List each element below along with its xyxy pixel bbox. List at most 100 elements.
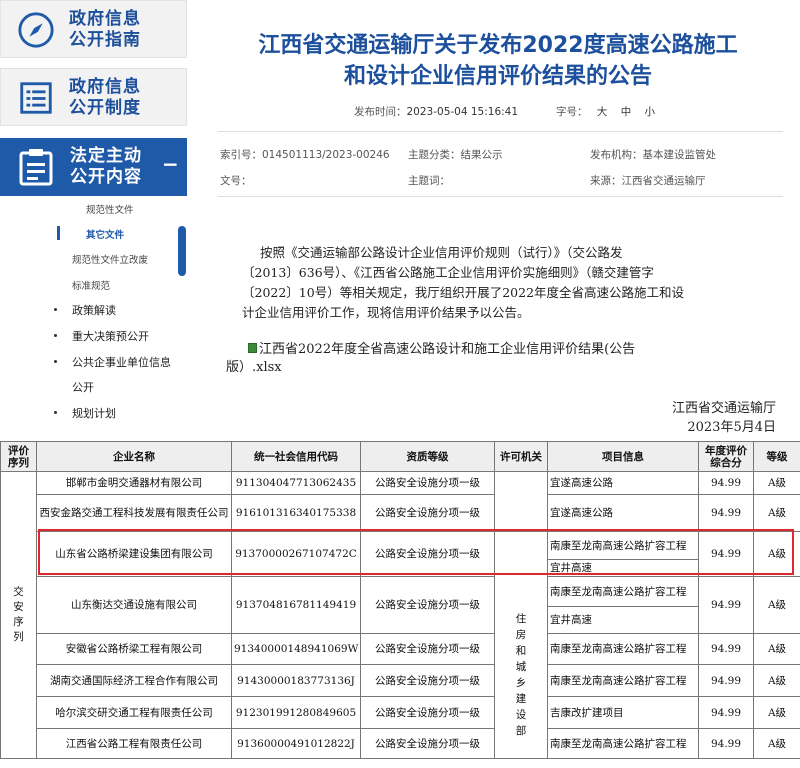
font-large-button[interactable]: 大 [597,106,608,118]
score: 94.99 [698,728,754,759]
sidebar-item-other-docs[interactable]: 其它文件 [86,227,124,241]
table-row: 江西省公路工程有限责任公司 91360000491012822J 公路安全设施分… [1,728,800,759]
sidebar-item-public-enterprise[interactable]: 公共企事业单位信息 [72,354,171,370]
series-cell: 交安 序列 [0,471,37,759]
company-name: 山东衡达交通设施有限公司 [36,576,232,634]
grade: A级 [753,664,800,697]
sidebar-item-public-enterprise-cont[interactable]: 公开 [72,379,94,395]
score: 94.99 [698,494,754,532]
project-info: 南康至龙南高速公路扩容工程 [547,664,699,697]
header-series: 评价 序列 [0,441,37,472]
grade: A级 [753,471,800,495]
credit-rating-table: 评价 序列 企业名称 统一社会信用代码 资质等级 许可机关 项目信息 年度评价 综合… [0,441,800,759]
table-row: 安徽省公路桥梁工程有限公司 91340000148941069W 公路安全设施分… [1,633,800,665]
qualification: 公路安全设施分项一级 [360,576,495,634]
company-name: 西安金路交通工程科技发展有限责任公司 [36,494,232,532]
header-project: 项目信息 [547,441,699,472]
qualification: 公路安全设施分项一级 [360,633,495,665]
nav-public-guide-label: 政府信息 公开指南 [69,9,141,50]
announcement-body: 按照《交通运输部公路设计企业信用评价规则（试行）》（交公路发 〔2013〕636… [242,245,685,320]
compass-icon [18,12,54,48]
credit-code: 911304047713062435 [231,471,361,495]
bullet-dot [54,360,57,363]
project-info: 宜遂高速公路 [547,494,699,532]
nav-public-guide[interactable]: 政府信息 公开指南 [0,0,187,58]
grade: A级 [753,696,800,729]
signature-date: 2023年5月4日 [687,420,776,435]
qualification: 公路安全设施分项一级 [360,664,495,697]
credit-code: 913704816781149419 [231,576,361,634]
company-name: 江西省公路工程有限责任公司 [36,728,232,759]
grade: A级 [753,576,800,634]
credit-code: 916101316340175338 [231,494,361,532]
score: 94.99 [698,531,754,577]
collapse-icon[interactable]: − [162,152,179,176]
sidebar-item-policy-interpretation[interactable]: 政策解读 [72,302,116,318]
score: 94.99 [698,633,754,665]
bullet-dot [54,308,57,311]
sidebar-item-normative-revision[interactable]: 规范性文件立改废 [72,252,148,266]
grade: A级 [753,494,800,532]
font-size-controls: 字号： 大 中 小 [556,106,656,118]
project-info: 南康至龙南高速公路扩容工程 [547,531,699,560]
company-name: 安徽省公路桥梁工程有限公司 [36,633,232,665]
sidebar-item-major-decisions[interactable]: 重大决策预公开 [72,328,149,344]
table-row: 山东衡达交通设施有限公司 913704816781149419 公路安全设施分项… [1,576,800,634]
project-info: 南康至龙南高速公路扩容工程 [547,576,699,607]
header-score: 年度评价 综合分 [698,441,754,472]
credit-code: 91370000267107472C [231,531,361,577]
index-number: 索引号：014501113/2023-00246 [220,149,390,161]
subject-words: 主题词： [408,175,450,187]
active-item-marker [57,226,60,240]
document-number: 文号： [220,175,252,187]
divider [218,196,783,197]
company-name: 邯郸市金明交通器材有限公司 [36,471,232,495]
table-row: 湖南交通国际经济工程合作有限公司 91430000183773136J 公路安全… [1,664,800,697]
issuing-org: 发布机构：基本建设监管处 [590,149,716,161]
sidebar-item-normative-docs[interactable]: 规范性文件 [86,202,134,216]
font-small-button[interactable]: 小 [645,106,656,118]
header-authority: 许可机关 [494,441,548,472]
bullet-dot [54,334,57,337]
project-info: 吉康改扩建项目 [547,696,699,729]
table-row: 西安金路交通工程科技发展有限责任公司 916101316340175338 公路… [1,494,800,532]
header-credit-code: 统一社会信用代码 [231,441,361,472]
clipboard-icon [19,149,53,186]
project-info: 宜井高速 [547,559,699,577]
attachment-link[interactable]: 江西省2022年度全省高速公路设计和施工企业信用评价结果(公告 版）.xlsx [226,341,748,377]
page-title: 江西省交通运输厅关于发布2022度高速公路施工 和设计企业信用评价结果的公告 [258,33,738,89]
publish-time: 发布时间：2023-05-04 15:16:41 [354,106,519,118]
nav-statutory-content[interactable]: 法定主动 公开内容 − [0,138,187,196]
bullet-dot [54,411,57,414]
topic-category: 主题分类：结果公示 [408,149,503,161]
project-info: 宜遂高速公路 [547,471,699,495]
grade: A级 [753,633,800,665]
header-grade: 等级 [753,441,800,472]
score: 94.99 [698,576,754,634]
table-header-row: 评价 序列 企业名称 统一社会信用代码 资质等级 许可机关 项目信息 年度评价 综合… [0,441,800,472]
credit-code: 91360000491012822J [231,728,361,759]
credit-code: 91340000148941069W [231,633,361,665]
score: 94.99 [698,696,754,729]
table-row: 哈尔滨交研交通工程有限责任公司 912301991280849605 公路安全设… [1,696,800,729]
qualification: 公路安全设施分项一级 [360,494,495,532]
nav-public-system[interactable]: 政府信息 公开制度 [0,68,187,126]
excel-file-icon [248,343,257,353]
credit-code: 912301991280849605 [231,696,361,729]
sidebar-item-standards[interactable]: 标准规范 [72,278,110,292]
header-company: 企业名称 [36,441,232,472]
document-list-icon [20,82,52,114]
project-info: 宜井高速 [547,606,699,634]
grade: A级 [753,531,800,577]
authority-cell: 住房 和城 乡建 设部 [494,531,548,759]
font-medium-button[interactable]: 中 [621,106,632,118]
source: 来源：江西省交通运输厅 [590,175,706,187]
sidebar-scrollbar[interactable] [178,226,186,276]
sidebar-item-planning[interactable]: 规划计划 [72,405,116,421]
divider [218,131,783,132]
qualification: 公路安全设施分项一级 [360,531,495,577]
project-info: 南康至龙南高速公路扩容工程 [547,633,699,665]
signature-org: 江西省交通运输厅 [671,401,776,416]
table-row-highlighted: 山东省公路桥梁建设集团有限公司 91370000267107472C 公路安全设… [1,531,800,759]
qualification: 公路安全设施分项一级 [360,728,495,759]
